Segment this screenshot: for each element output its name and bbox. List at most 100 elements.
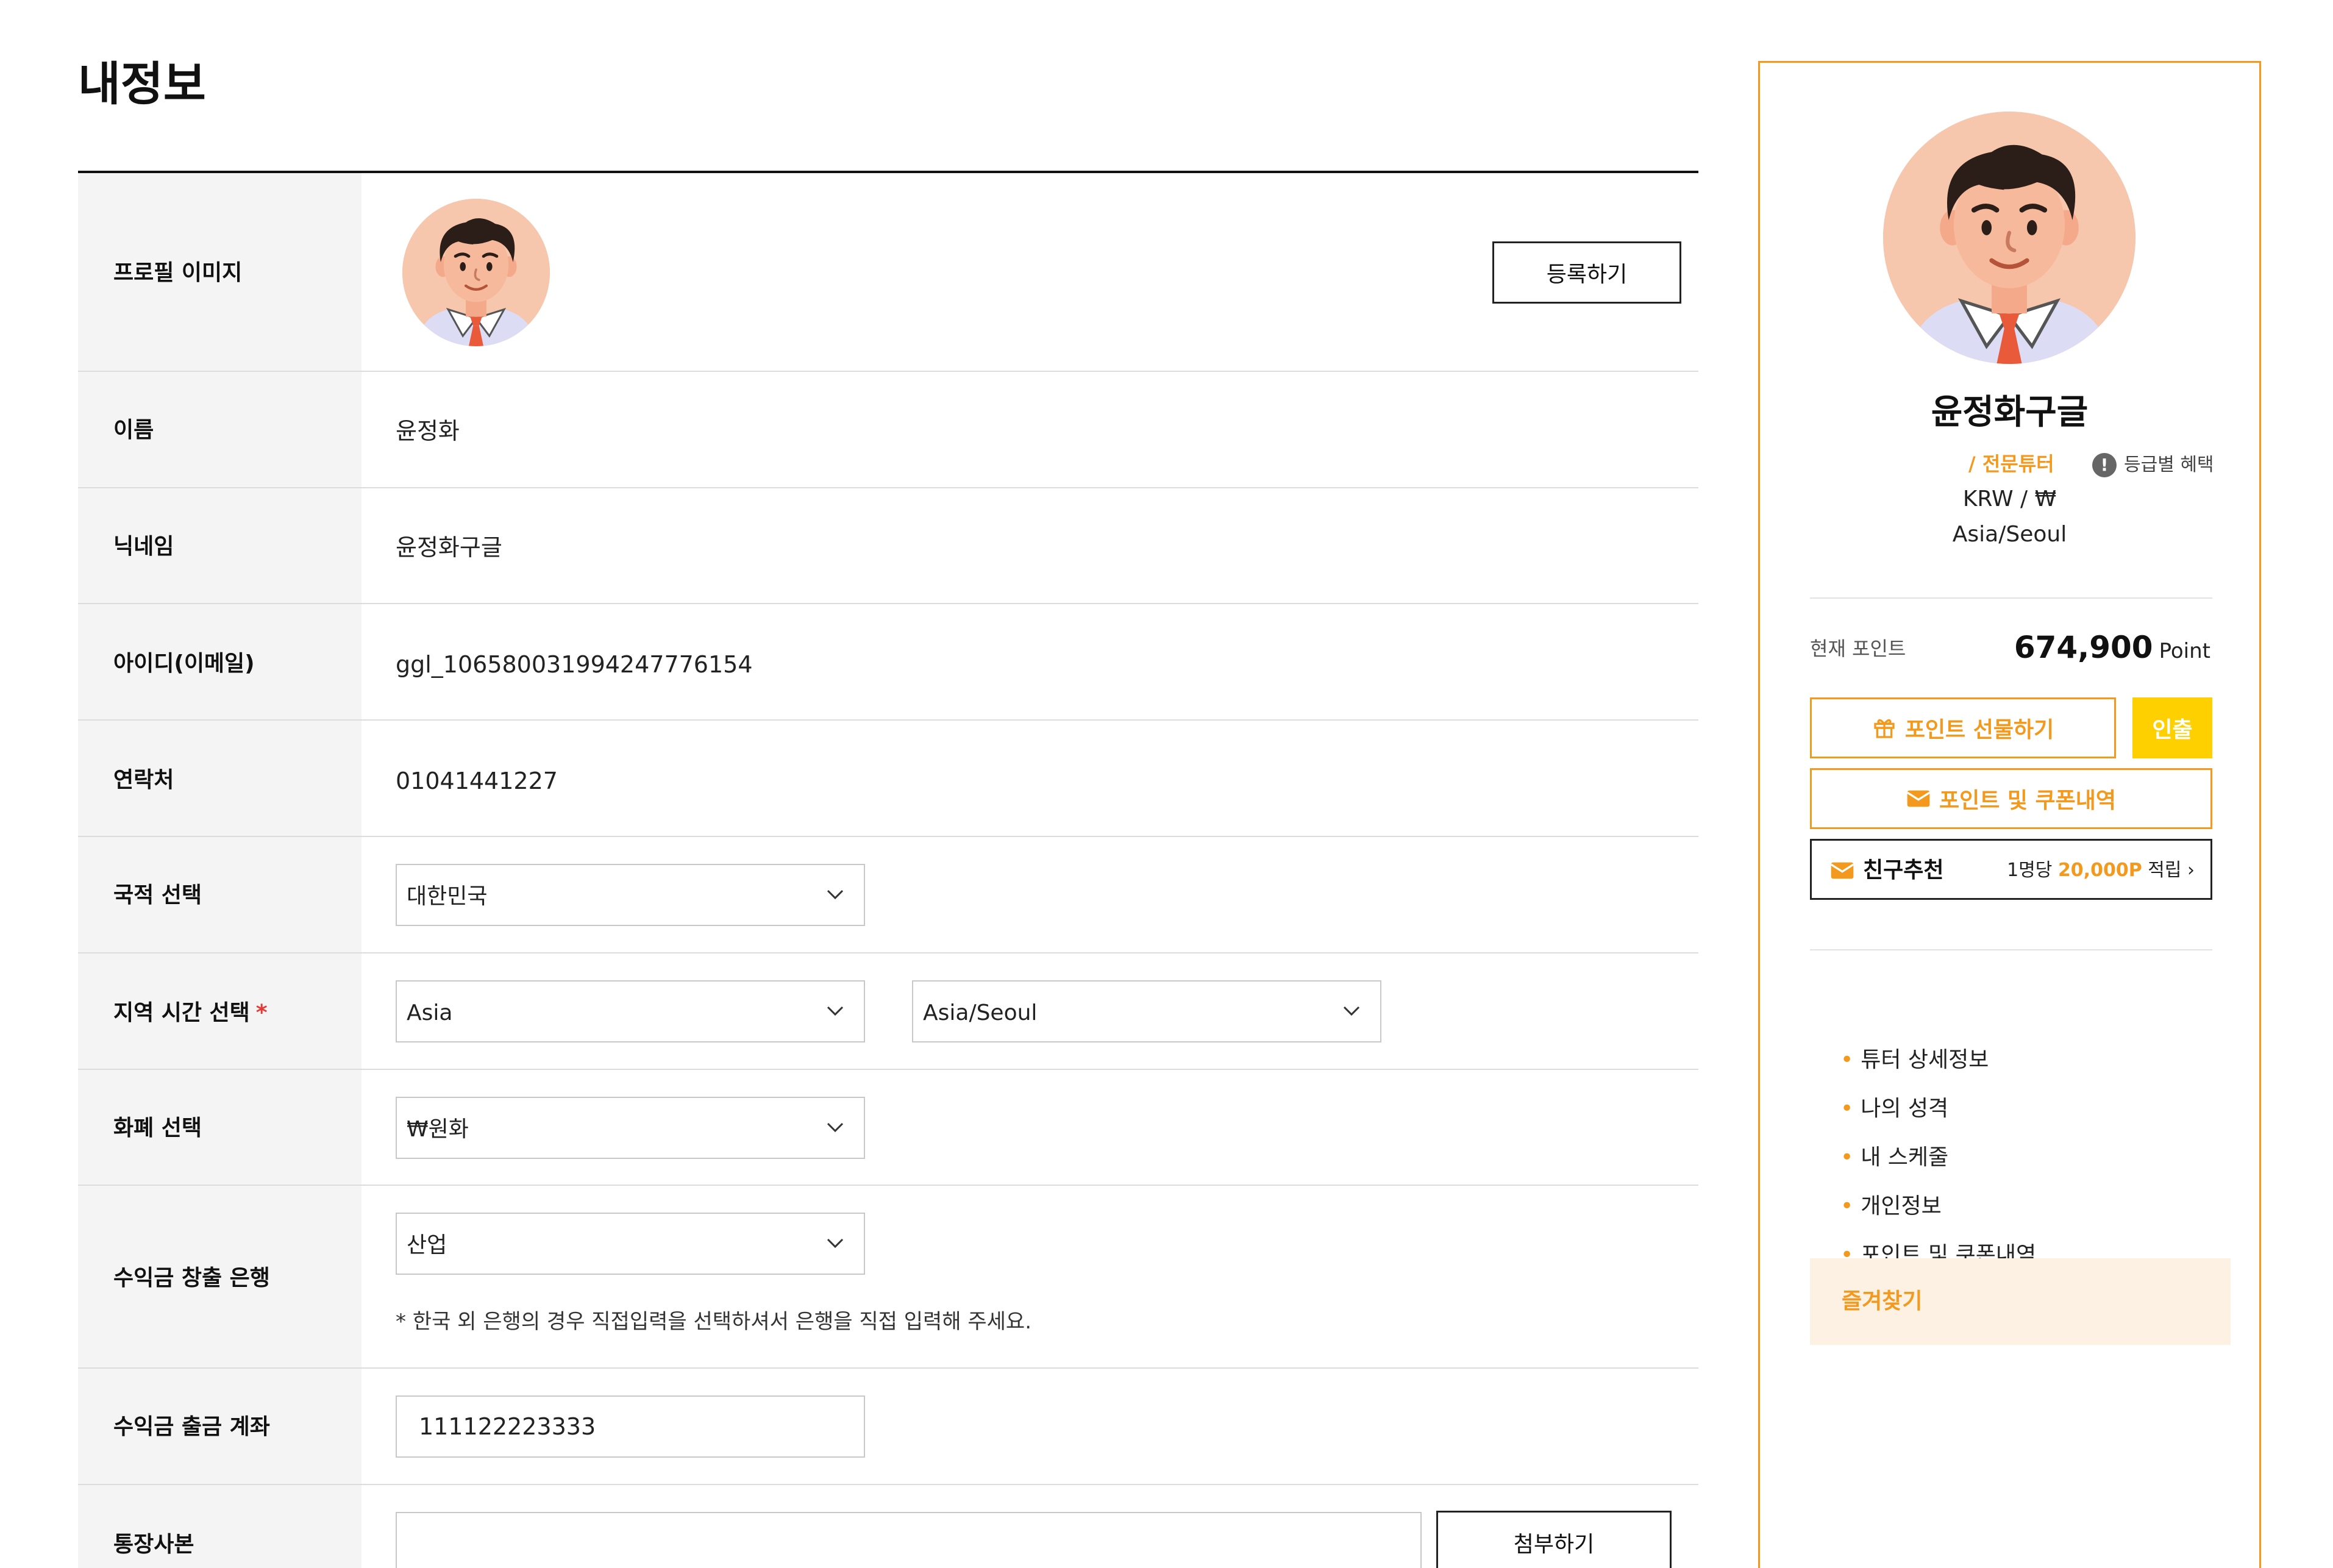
favorites-label: 즐겨찾기 [1842, 1289, 1923, 1314]
form-row-account: 수익금 출금 계좌 [78, 1369, 1698, 1485]
currency-label: 화폐 선택 [113, 1116, 202, 1141]
chevron-down-icon [1343, 1006, 1360, 1016]
region-selected: Asia [407, 1000, 453, 1025]
referral-label: 친구추천 [1863, 858, 1944, 883]
bullet-icon: • [1840, 1145, 1854, 1170]
sidebar-item-label: 나의 성격 [1861, 1096, 1949, 1121]
nickname-label: 닉네임 [113, 534, 174, 559]
gift-icon [1874, 719, 1895, 738]
chevron-down-icon [827, 1006, 844, 1016]
profile-avatar [402, 199, 550, 346]
nationality-label: 국적 선택 [113, 883, 202, 908]
user-id-label: 아이디(이메일) [113, 651, 255, 676]
point-label: 현재 포인트 [1810, 637, 1906, 660]
account-label: 수익금 출금 계좌 [113, 1414, 270, 1439]
coupon-history-button[interactable]: 포인트 및 쿠폰내역 [1810, 768, 2212, 829]
bankbook-input-box [396, 1512, 1422, 1568]
form-row-currency: 화폐 선택 ₩원화 [78, 1070, 1698, 1186]
bullet-icon: • [1840, 1194, 1854, 1219]
referral-button[interactable]: 친구추천 1명당 20,000P 적립 › [1810, 839, 2212, 900]
sidebar-item-label: 개인정보 [1861, 1194, 1942, 1219]
mail-icon [1830, 862, 1854, 879]
currency-selected: ₩원화 [407, 1117, 469, 1142]
timezone-selected: Asia/Seoul [923, 1000, 1038, 1025]
info-icon: ! [2092, 453, 2117, 477]
bank-select[interactable]: 산업 [396, 1213, 865, 1275]
sidebar-item-personal-info[interactable]: • 개인정보 [1840, 1196, 2036, 1244]
sidebar-timezone: Asia/Seoul [1952, 522, 2067, 547]
gift-points-label: 포인트 선물하기 [1904, 718, 2054, 743]
nickname-value: 윤정화구글 [396, 534, 502, 561]
sidebar-item-label: 튜터 상세정보 [1861, 1047, 1989, 1072]
nationality-selected: 대한민국 [407, 884, 488, 909]
level-benefit-label: 등급별 혜택 [2124, 454, 2214, 476]
timezone-label-text: 지역 시간 선택 [113, 1000, 250, 1025]
form-row-nationality: 국적 선택 대한민국 [78, 837, 1698, 953]
timezone-select[interactable]: Asia/Seoul [912, 980, 1381, 1042]
bank-note: * 한국 외 은행의 경우 직접입력을 선택하셔서 은행을 직접 입력해 주세요… [396, 1310, 1032, 1334]
point-value: 674,900 Point [2014, 632, 2210, 663]
timezone-label: 지역 시간 선택 * [113, 1002, 268, 1024]
referral-title: 친구추천 [1830, 860, 1943, 882]
form-row-timezone: 지역 시간 선택 * Asia Asia/Seoul [78, 953, 1698, 1070]
contact-value: 01041441227 [396, 768, 558, 794]
referral-reward: 1명당 20,000P 적립 › [2007, 861, 2195, 880]
chevron-down-icon [827, 1122, 844, 1133]
bullet-icon: • [1840, 1047, 1854, 1072]
tutor-avatar-image [1883, 112, 2135, 364]
account-input[interactable] [397, 1397, 864, 1456]
gift-points-button[interactable]: 포인트 선물하기 [1810, 697, 2116, 758]
account-input-box [396, 1395, 865, 1458]
required-mark: * [255, 1000, 268, 1025]
contact-label: 연락처 [113, 768, 174, 793]
form-row-bank: 수익금 창출 은행 산업 * 한국 외 은행의 경우 직접입력을 선택하셔서 은… [78, 1186, 1698, 1369]
sidebar-avatar [1883, 112, 2135, 364]
referral-suffix: 적립 [2148, 860, 2182, 881]
register-image-button[interactable]: 등록하기 [1492, 241, 1681, 304]
sidebar-item-tutor-detail[interactable]: • 튜터 상세정보 [1840, 1049, 2036, 1098]
sidebar-item-personality[interactable]: • 나의 성격 [1840, 1098, 2036, 1147]
profile-sidebar: 윤정화구글 / 전문튜터 ! 등급별 혜택 KRW / ₩ Asia/Seoul… [1758, 61, 2261, 1568]
sidebar-currency: KRW / ₩ [1962, 486, 2057, 511]
profile-page: 내정보 프로필 이미지 등록하기 이름 윤정화 닉네임 윤정화구글 아이디(이메… [0, 0, 2333, 1568]
sidebar-name: 윤정화구글 [1931, 393, 2089, 432]
sidebar-item-schedule[interactable]: • 내 스케줄 [1840, 1147, 2036, 1196]
sidebar-item-label: 내 스케줄 [1861, 1145, 1949, 1170]
name-label: 이름 [113, 418, 154, 443]
region-select[interactable]: Asia [396, 980, 865, 1042]
withdraw-button[interactable]: 인출 [2132, 697, 2212, 758]
chevron-right-icon: › [2187, 860, 2195, 881]
attach-button[interactable]: 첨부하기 [1436, 1511, 1672, 1568]
bankbook-label: 통장사본 [113, 1532, 194, 1557]
coupon-history-label: 포인트 및 쿠폰내역 [1939, 788, 2117, 813]
chevron-down-icon [827, 889, 844, 900]
page-title: 내정보 [78, 57, 206, 111]
bullet-icon: • [1840, 1096, 1854, 1121]
sidebar-divider [1810, 949, 2212, 950]
point-unit: Point [2159, 639, 2210, 663]
tutor-avatar-image [402, 199, 550, 346]
user-id-value: ggl_106580031994247776154 [396, 651, 753, 678]
tutor-level: / 전문튜터 [1968, 452, 2054, 476]
form-row-user-id: 아이디(이메일) ggl_106580031994247776154 [78, 604, 1698, 721]
chevron-down-icon [827, 1238, 844, 1249]
name-value: 윤정화 [396, 418, 460, 444]
form-row-profile-image: 프로필 이미지 등록하기 [78, 173, 1698, 372]
profile-image-label: 프로필 이미지 [113, 260, 243, 285]
form-row-name: 이름 윤정화 [78, 372, 1698, 488]
referral-amount: 20,000P [2057, 860, 2142, 881]
mail-icon [1906, 790, 1931, 807]
referral-prefix: 1명당 [2007, 860, 2053, 881]
bankbook-file-input[interactable] [397, 1513, 1420, 1568]
sidebar-menu: • 튜터 상세정보 • 나의 성격 • 내 스케줄 • 개인정보 • 포인트 및 쿠폰내역 [1840, 1049, 2036, 1293]
level-benefit-link[interactable]: ! 등급별 혜택 [2092, 453, 2214, 477]
currency-select[interactable]: ₩원화 [396, 1097, 865, 1159]
form-row-contact: 연락처 01041441227 [78, 721, 1698, 837]
point-amount: 674,900 [2014, 630, 2153, 665]
favorites-section[interactable]: 즐겨찾기 [1810, 1258, 2231, 1345]
sidebar-divider [1810, 597, 2212, 599]
bank-selected: 산업 [407, 1233, 447, 1258]
form-row-bankbook: 통장사본 첨부하기 [78, 1485, 1698, 1568]
bank-label: 수익금 창출 은행 [113, 1266, 270, 1291]
nationality-select[interactable]: 대한민국 [396, 864, 865, 926]
